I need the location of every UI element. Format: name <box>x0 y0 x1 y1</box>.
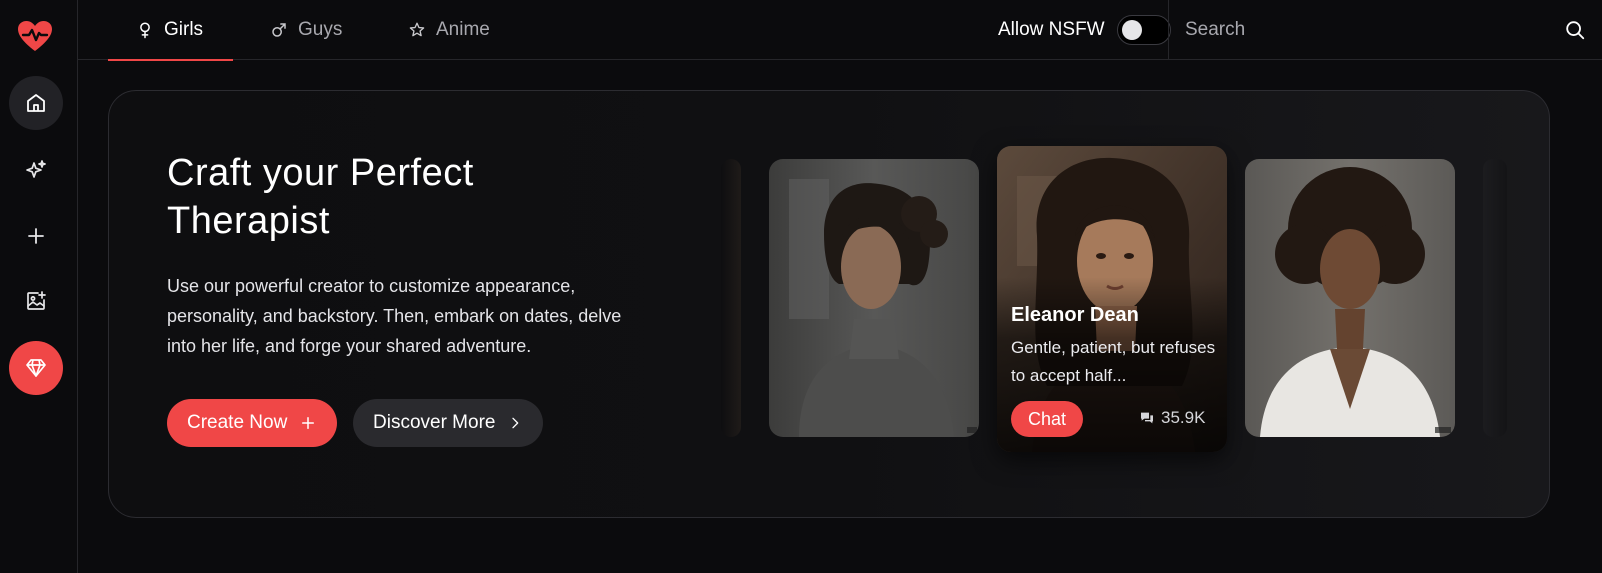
sparkles-icon <box>26 160 46 178</box>
chat-bubbles-icon <box>1141 412 1153 424</box>
chat-button-label: Chat <box>1027 408 1067 429</box>
home-icon <box>27 94 45 112</box>
sidebar-item-discover[interactable] <box>9 143 63 197</box>
character-name: Eleanor Dean <box>1011 304 1139 326</box>
tab-girls-label: Girls <box>164 19 204 40</box>
tab-anime-label: Anime <box>436 19 490 40</box>
search-input[interactable] <box>1185 19 1564 41</box>
create-now-button[interactable]: Create Now <box>167 399 338 447</box>
carousel-card-edge-left <box>721 159 741 437</box>
hero-description: Use our powerful creator to customize ap… <box>167 276 622 356</box>
tab-guys[interactable]: Guys <box>270 0 342 60</box>
diamond-icon <box>26 359 46 377</box>
hero-title: Craft your Perfect Therapist <box>167 152 474 242</box>
discover-more-button[interactable]: Discover More <box>353 399 544 447</box>
star-icon <box>409 22 425 37</box>
character-portrait <box>769 159 979 437</box>
chat-button[interactable]: Chat <box>1011 401 1083 437</box>
female-icon <box>140 22 150 39</box>
character-card[interactable] <box>769 159 979 437</box>
hero-banner: Craft your Perfect Therapist Use our pow… <box>108 90 1550 518</box>
chat-count-value: 35.9K <box>1161 408 1206 427</box>
sidebar-item-generate-image[interactable] <box>9 274 63 328</box>
sidebar-item-create[interactable] <box>9 209 63 263</box>
image-plus-icon <box>27 291 46 310</box>
search-icon[interactable] <box>1564 19 1586 41</box>
male-icon <box>272 23 286 37</box>
character-description: Gentle, patient, but refuses to accept h… <box>1011 338 1216 385</box>
chevron-right-icon <box>512 417 519 429</box>
featured-character-card[interactable]: Eleanor Dean Gentle, patient, but refuse… <box>997 146 1227 452</box>
character-card[interactable] <box>1245 159 1455 437</box>
tab-guys-label: Guys <box>298 19 343 40</box>
tab-anime[interactable]: Anime <box>408 0 490 60</box>
plus-icon <box>302 417 315 429</box>
plus-icon <box>28 228 44 244</box>
carousel-card-edge-right <box>1483 159 1507 437</box>
create-now-label: Create Now <box>187 412 288 433</box>
nsfw-label: Allow NSFW <box>998 19 1105 40</box>
discover-more-label: Discover More <box>373 412 496 433</box>
search-box <box>1168 0 1602 60</box>
sidebar-item-premium[interactable] <box>9 341 63 395</box>
nsfw-toggle[interactable] <box>1116 15 1171 45</box>
heart-pulse-logo-icon[interactable] <box>17 20 53 52</box>
sidebar <box>0 0 78 573</box>
toggle-knob <box>1121 20 1142 40</box>
chat-count: 35.9K <box>1139 408 1205 428</box>
sidebar-item-home[interactable] <box>9 76 63 130</box>
top-bar: Girls Guys Anime Allow NSFW <box>78 0 1602 61</box>
tab-girls[interactable]: Girls <box>107 0 234 61</box>
nsfw-setting: Allow NSFW <box>998 0 1171 60</box>
character-portrait <box>1245 159 1455 437</box>
